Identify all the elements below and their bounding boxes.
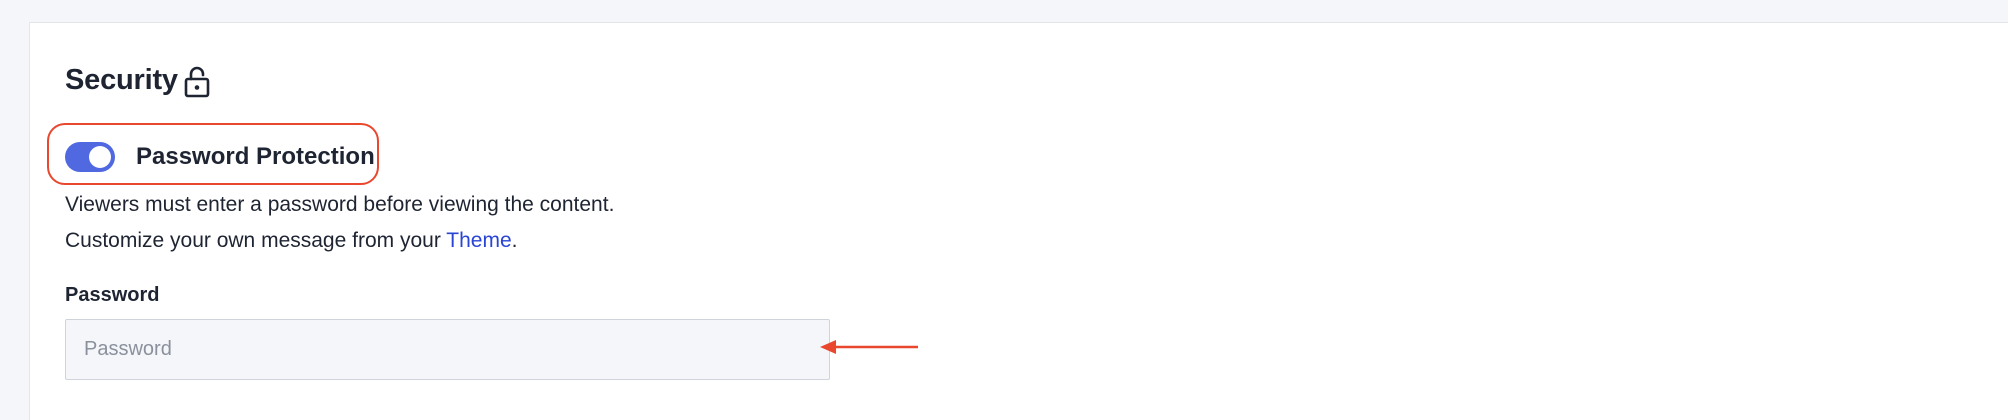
theme-link[interactable]: Theme [446, 229, 511, 252]
customize-prefix: Customize your own message from your [65, 229, 447, 252]
password-input[interactable] [65, 319, 830, 380]
password-field-label: Password [65, 284, 160, 306]
section-title: Security [65, 64, 178, 96]
password-protection-toggle[interactable] [65, 142, 115, 172]
customize-suffix: . [511, 229, 518, 252]
arrow-left-icon [820, 340, 918, 354]
customize-message-text: Customize your own message from your The… [65, 227, 517, 255]
password-protection-label: Password Protection [136, 143, 375, 170]
lock-open-icon [184, 66, 210, 98]
password-protection-description: Viewers must enter a password before vie… [65, 193, 615, 216]
section-header: Security [65, 58, 210, 102]
toggle-knob [89, 146, 111, 168]
